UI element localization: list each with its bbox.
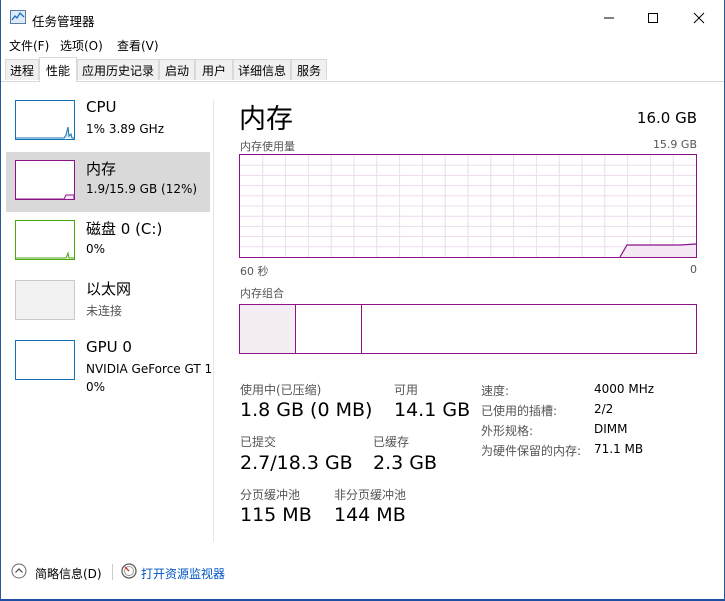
tab-strip: 进程 性能 应用历史记录 启动 用户 详细信息 服务 <box>1 57 724 82</box>
close-button[interactable] <box>676 0 722 36</box>
sidebar-item-cpu[interactable]: CPU 1% 3.89 GHz <box>6 92 210 152</box>
composition-cached-divider <box>361 305 362 353</box>
usage-graph-max: 15.9 GB <box>652 138 697 151</box>
window-title: 任务管理器 <box>32 14 95 29</box>
sidebar-divider <box>213 100 214 542</box>
disk-thumbnail-graph <box>15 220 75 260</box>
tab-details[interactable]: 详细信息 <box>233 59 291 80</box>
usage-graph-label: 内存使用量 <box>240 140 295 153</box>
memory-composition-bar <box>239 304 697 354</box>
composition-label: 内存组合 <box>240 287 284 300</box>
memory-thumbnail-graph <box>15 160 75 200</box>
performance-sidebar: CPU 1% 3.89 GHz 内存 1.9/15.9 GB (12%) 磁盘 … <box>1 82 213 542</box>
paged-pool-label: 分页缓冲池 <box>240 488 301 502</box>
sidebar-item-title: 以太网 <box>86 280 132 298</box>
total-memory: 16.0 GB <box>636 109 697 127</box>
tab-performance[interactable]: 性能 <box>39 57 77 82</box>
tab-users[interactable]: 用户 <box>195 59 233 80</box>
cached-label: 已缓存 <box>373 435 410 449</box>
sidebar-item-memory[interactable]: 内存 1.9/15.9 GB (12%) <box>6 152 210 212</box>
sidebar-item-title: GPU 0 <box>86 338 132 356</box>
paged-pool-value: 115 MB <box>240 504 312 526</box>
menu-file[interactable]: 文件(F) <box>9 37 49 54</box>
nonpaged-pool-label: 非分页缓冲池 <box>334 488 407 502</box>
form-factor-label: 外形规格: <box>481 424 534 438</box>
resource-monitor-icon-wrap[interactable] <box>121 563 137 579</box>
cached-value: 2.3 GB <box>373 452 438 474</box>
ethernet-thumbnail-graph <box>15 280 75 320</box>
in-use-value: 1.8 GB (0 MB) <box>240 399 373 421</box>
graph-time-end: 0 <box>690 263 697 276</box>
menu-bar: 文件(F) 选项(O) 查看(V) <box>1 36 724 56</box>
minimize-icon <box>604 17 614 19</box>
task-manager-icon <box>10 10 26 24</box>
committed-value: 2.7/18.3 GB <box>240 452 353 474</box>
menu-options[interactable]: 选项(O) <box>60 37 103 54</box>
committed-label: 已提交 <box>240 435 277 449</box>
tab-app-history[interactable]: 应用历史记录 <box>77 59 159 80</box>
tab-services[interactable]: 服务 <box>291 59 327 80</box>
tab-processes[interactable]: 进程 <box>5 59 39 80</box>
maximize-button[interactable] <box>630 0 676 36</box>
tab-label: 用户 <box>201 63 226 78</box>
maximize-icon <box>648 13 658 23</box>
sidebar-item-subtitle: 1.9/15.9 GB (12%) <box>86 182 198 196</box>
minimize-button[interactable] <box>586 0 632 36</box>
sidebar-item-title: 内存 <box>86 160 117 178</box>
available-label: 可用 <box>394 383 419 397</box>
form-factor-value: DIMM <box>594 422 628 436</box>
tab-label: 详细信息 <box>237 63 286 78</box>
hardware-reserved-value: 71.1 MB <box>594 442 644 456</box>
title-bar[interactable]: 任务管理器 <box>1 0 724 36</box>
less-details-link[interactable]: 简略信息(D) <box>35 565 102 582</box>
sidebar-item-disk[interactable]: 磁盘 0 (C:) 0% <box>6 212 210 272</box>
sidebar-item-title: CPU <box>86 98 117 116</box>
tab-label: 服务 <box>296 63 321 78</box>
tab-label: 进程 <box>9 63 34 78</box>
close-icon <box>693 12 705 24</box>
gpu-thumbnail-graph <box>15 340 75 380</box>
memory-usage-graph <box>239 154 697 258</box>
sidebar-item-subtitle: 0% <box>86 242 106 256</box>
footer-separator <box>112 564 113 580</box>
slots-value: 2/2 <box>594 402 614 416</box>
speed-label: 速度: <box>481 384 510 398</box>
hardware-reserved-label: 为硬件保留的内存: <box>481 444 582 458</box>
sidebar-item-subtitle: NVIDIA GeForce GT 1 <box>86 362 213 376</box>
sidebar-item-title: 磁盘 0 (C:) <box>86 220 163 238</box>
open-resource-monitor-link[interactable]: 打开资源监视器 <box>141 565 225 582</box>
speed-value: 4000 MHz <box>594 382 655 396</box>
task-manager-window: 任务管理器 文件(F) 选项(O) 查看(V) 进程 性能 应用历史记录 启动 … <box>0 0 725 601</box>
less-details-button[interactable] <box>11 563 27 579</box>
available-value: 14.1 GB <box>394 399 471 421</box>
tab-label: 启动 <box>164 63 189 78</box>
tab-label: 性能 <box>45 63 70 78</box>
graph-time-start: 60 秒 <box>240 265 269 278</box>
sidebar-item-subtitle: 1% 3.89 GHz <box>86 122 165 136</box>
resource-monitor-icon <box>121 563 137 579</box>
composition-in-use <box>240 305 296 353</box>
sidebar-item-subtitle: 未连接 <box>86 304 123 318</box>
page-title: 内存 <box>239 104 293 135</box>
sidebar-item-usage: 0% <box>86 380 106 394</box>
sidebar-item-gpu[interactable]: GPU 0 NVIDIA GeForce GT 1 0% <box>6 332 213 394</box>
slots-label: 已使用的插槽: <box>481 404 558 418</box>
tab-startup[interactable]: 启动 <box>159 59 195 80</box>
sidebar-item-ethernet[interactable]: 以太网 未连接 <box>6 272 210 332</box>
cpu-thumbnail-graph <box>15 100 75 140</box>
in-use-label: 使用中(已压缩) <box>240 383 322 397</box>
footer-bar: 简略信息(D) 打开资源监视器 <box>1 558 724 586</box>
chevron-up-circle-icon <box>11 563 27 579</box>
nonpaged-pool-value: 144 MB <box>334 504 406 526</box>
tab-label: 应用历史记录 <box>81 63 154 78</box>
menu-view[interactable]: 查看(V) <box>117 37 159 54</box>
